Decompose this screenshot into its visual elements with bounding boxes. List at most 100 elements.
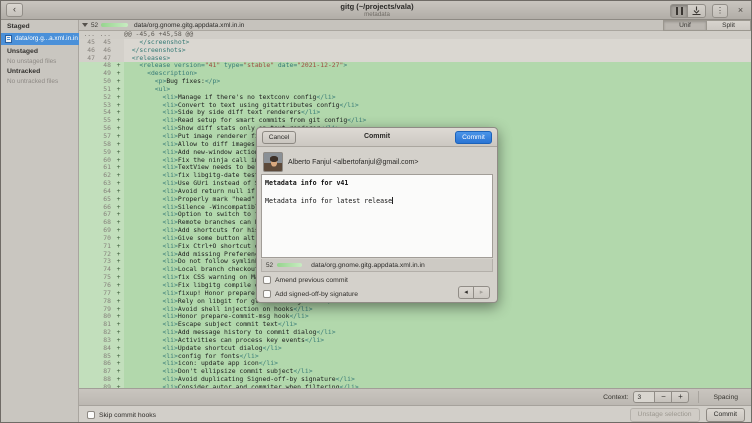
next-message-button[interactable]: ▸ bbox=[474, 286, 490, 299]
spacing-button[interactable]: Spacing bbox=[708, 392, 743, 403]
old-line-number bbox=[79, 62, 98, 70]
commit-message-input[interactable]: Metadata info for v41 Metadata info for … bbox=[261, 174, 493, 258]
untracked-empty-label: No untracked files bbox=[7, 78, 58, 85]
diff-line-text: </screenshot> bbox=[124, 39, 751, 47]
signoff-label: Add signed-off-by signature bbox=[275, 291, 358, 298]
old-line-number bbox=[79, 298, 98, 306]
dialog-header: Cancel Commit Commit bbox=[257, 128, 497, 147]
old-line-number bbox=[79, 227, 98, 235]
diff-line-text: <p>Bug fixes:</p> bbox=[124, 78, 751, 86]
skip-hooks-checkbox[interactable] bbox=[87, 411, 95, 419]
old-line-number bbox=[79, 360, 98, 368]
diff-line-text: @@ -45,6 +45,58 @@ bbox=[124, 31, 751, 39]
close-icon[interactable]: × bbox=[734, 4, 747, 18]
author-avatar[interactable] bbox=[263, 152, 283, 172]
old-line-number bbox=[79, 141, 98, 149]
dialog-stat-bar bbox=[277, 263, 302, 267]
diff-stat-bar bbox=[101, 23, 128, 27]
old-line-number bbox=[79, 368, 98, 376]
sidebar: Staged data/org.g...a.xml.in.in Unstaged… bbox=[1, 20, 79, 422]
old-line-number bbox=[79, 251, 98, 259]
staged-file-label: data/org.g...a.xml.in.in bbox=[15, 33, 78, 45]
amend-label: Amend previous commit bbox=[275, 277, 348, 284]
commit-message-body: Metadata info for latest release bbox=[265, 197, 392, 205]
modified-file-icon bbox=[5, 35, 12, 43]
old-line-number bbox=[79, 94, 98, 102]
split-view-button[interactable]: Split bbox=[707, 20, 751, 31]
context-bar: Context: 3 − + Spacing bbox=[79, 388, 751, 405]
old-line-number bbox=[79, 157, 98, 165]
old-line-number bbox=[79, 188, 98, 196]
author-identity: Alberto Fanjul <albertofanjul@gmail.com> bbox=[288, 159, 418, 166]
untracked-section-header: Untracked bbox=[7, 68, 40, 75]
dialog-added-count: 52 bbox=[266, 262, 273, 269]
titlebar: ‹ gitg (~/projects/vala) metadata ⋮ × bbox=[1, 1, 752, 20]
old-line-number bbox=[79, 164, 98, 172]
old-line-number bbox=[79, 258, 98, 266]
old-line-number bbox=[79, 204, 98, 212]
old-line-number bbox=[79, 313, 98, 321]
text-caret bbox=[392, 197, 393, 204]
diff-sign bbox=[113, 39, 124, 47]
context-label: Context: bbox=[603, 394, 628, 401]
unified-view-button[interactable]: Unif bbox=[663, 20, 707, 31]
old-line-number bbox=[79, 109, 98, 117]
old-line-number: 47 bbox=[79, 55, 98, 63]
menu-button[interactable]: ⋮ bbox=[712, 4, 728, 18]
old-line-number bbox=[79, 266, 98, 274]
old-line-number bbox=[79, 274, 98, 282]
diff-line[interactable]: 4646 </screenshots> bbox=[79, 47, 751, 55]
unstaged-section-header: Unstaged bbox=[7, 48, 38, 55]
signoff-checkbox[interactable] bbox=[263, 290, 271, 298]
files-view-button[interactable] bbox=[670, 4, 688, 18]
window-subtitle: metadata bbox=[1, 11, 752, 18]
old-line-number bbox=[79, 149, 98, 157]
old-line-number bbox=[79, 321, 98, 329]
old-line-number bbox=[79, 180, 98, 188]
previous-message-button[interactable]: ◂ bbox=[458, 286, 474, 299]
commit-dialog: Cancel Commit Commit Alberto Fanjul <alb… bbox=[256, 127, 498, 303]
diff-line-text: <release version="41" type="stable" date… bbox=[124, 62, 751, 70]
signoff-option[interactable]: Add signed-off-by signature bbox=[263, 290, 358, 298]
skip-hooks-option[interactable]: Skip commit hooks bbox=[87, 411, 156, 419]
diff-sign bbox=[113, 47, 124, 55]
old-line-number bbox=[79, 345, 98, 353]
old-line-number bbox=[79, 282, 98, 290]
separator bbox=[698, 391, 699, 403]
diff-filename: data/org.gnome.gitg.appdata.xml.in.in bbox=[134, 22, 244, 29]
diff-line[interactable]: 50+ <p>Bug fixes:</p> bbox=[79, 78, 751, 86]
dialog-file-stats-row[interactable]: 52 data/org.gnome.gitg.appdata.xml.in.in bbox=[261, 259, 493, 272]
old-line-number bbox=[79, 78, 98, 86]
old-line-number bbox=[79, 133, 98, 141]
diff-file-header[interactable]: 52 data/org.gnome.gitg.appdata.xml.in.in… bbox=[79, 20, 751, 31]
old-line-number bbox=[79, 211, 98, 219]
dialog-filename: data/org.gnome.gitg.appdata.xml.in.in bbox=[311, 262, 425, 269]
context-value-input[interactable]: 3 bbox=[633, 391, 655, 403]
commit-message-subject: Metadata info for v41 bbox=[265, 179, 489, 188]
columns-view-icon bbox=[676, 7, 683, 15]
context-decrease-button[interactable]: − bbox=[655, 391, 672, 403]
old-line-number bbox=[79, 337, 98, 345]
old-line-number bbox=[79, 353, 98, 361]
window-title: gitg (~/projects/vala) bbox=[1, 2, 752, 11]
commit-button[interactable]: Commit bbox=[706, 408, 745, 422]
old-line-number bbox=[79, 243, 98, 251]
commit-view-button[interactable] bbox=[688, 4, 706, 18]
diff-sign bbox=[113, 31, 124, 39]
chevron-down-icon[interactable] bbox=[82, 23, 88, 27]
old-line-number bbox=[79, 376, 98, 384]
skip-hooks-label: Skip commit hooks bbox=[99, 412, 156, 419]
old-line-number bbox=[79, 329, 98, 337]
gitg-window: ‹ gitg (~/projects/vala) metadata ⋮ × St… bbox=[0, 0, 752, 423]
sidebar-item-staged-file[interactable]: data/org.g...a.xml.in.in bbox=[1, 33, 79, 45]
old-line-number bbox=[79, 172, 98, 180]
back-button[interactable]: ‹ bbox=[6, 3, 23, 17]
dialog-commit-button[interactable]: Commit bbox=[455, 131, 492, 144]
old-line-number bbox=[79, 235, 98, 243]
old-line-number bbox=[79, 196, 98, 204]
amend-option[interactable]: Amend previous commit bbox=[263, 276, 348, 284]
context-increase-button[interactable]: + bbox=[672, 391, 689, 403]
unstaged-empty-label: No unstaged files bbox=[7, 58, 56, 65]
unstage-selection-button[interactable]: Unstage selection bbox=[630, 408, 700, 422]
amend-checkbox[interactable] bbox=[263, 276, 271, 284]
